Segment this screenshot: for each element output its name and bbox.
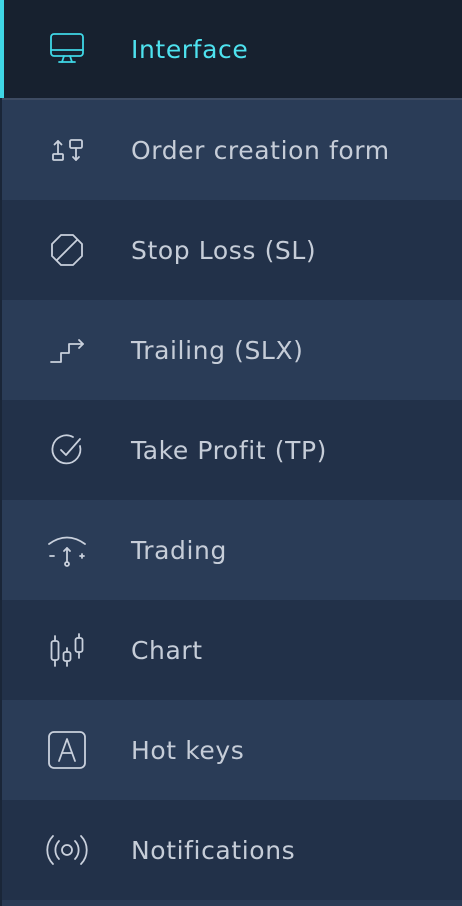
menu-item-label: Notifications	[131, 835, 296, 865]
stop-loss-icon	[42, 225, 92, 275]
menu-item-label: Trailing (SLX)	[131, 335, 304, 365]
menu-item-trailing[interactable]: Trailing (SLX)	[2, 300, 462, 400]
order-form-icon	[42, 125, 92, 175]
trailing-stairs-icon	[42, 325, 92, 375]
menu-item-label: Order creation form	[131, 135, 390, 165]
menu-item-take-profit[interactable]: Take Profit (TP)	[2, 400, 462, 500]
settings-sidebar-menu: Interface Order creation form Stop Loss …	[0, 0, 462, 906]
trading-gauge-icon	[42, 525, 92, 575]
menu-item-label: Hot keys	[131, 735, 245, 765]
menu-item-label: Trading	[131, 535, 227, 565]
menu-item-hot-keys[interactable]: Hot keys	[2, 700, 462, 800]
menu-item-order-creation-form[interactable]: Order creation form	[2, 100, 462, 200]
menu-item-label: Chart	[131, 635, 203, 665]
candlestick-chart-icon	[42, 625, 92, 675]
monitor-icon	[42, 24, 92, 74]
menu-item-notifications[interactable]: Notifications	[2, 800, 462, 900]
notifications-broadcast-icon	[42, 825, 92, 875]
menu-item-trading[interactable]: Trading	[2, 500, 462, 600]
menu-item-interface[interactable]: Interface	[0, 0, 462, 100]
menu-item-label: Take Profit (TP)	[131, 435, 327, 465]
menu-item-stop-loss[interactable]: Stop Loss (SL)	[2, 200, 462, 300]
take-profit-check-icon	[42, 425, 92, 475]
menu-item-label: Interface	[131, 34, 249, 64]
menu-item-chart[interactable]: Chart	[2, 600, 462, 700]
hot-keys-icon	[42, 725, 92, 775]
menu-item-label: Stop Loss (SL)	[131, 235, 317, 265]
